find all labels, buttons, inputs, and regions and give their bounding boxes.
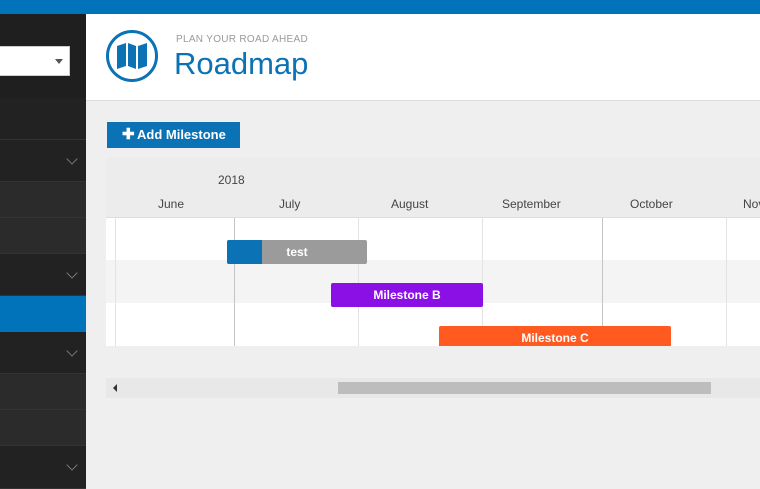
month-label: Nov [743, 197, 760, 211]
milestone-label: test [286, 245, 308, 259]
page-subtitle: PLAN YOUR ROAD AHEAD [176, 34, 308, 45]
chevron-down-icon [66, 459, 78, 471]
sidebar-item-3[interactable] [0, 182, 86, 218]
month-label: July [279, 197, 301, 211]
milestone-progress [227, 240, 262, 264]
milestone-label: Milestone B [373, 288, 441, 302]
scroll-left-icon[interactable] [113, 384, 117, 392]
top-bar [0, 0, 760, 14]
gantt-row [106, 218, 760, 260]
page-header: PLAN YOUR ROAD AHEAD Roadmap [86, 14, 760, 101]
month-label: June [158, 197, 185, 211]
sidebar-item-5[interactable] [0, 254, 86, 296]
sidebar-item-1[interactable] [0, 98, 86, 140]
page-title: Roadmap [174, 46, 309, 81]
gantt-chart: 2018 June July August September October … [106, 158, 760, 346]
milestone-bar-b[interactable]: Milestone B [331, 283, 483, 307]
chevron-down-icon [66, 344, 78, 357]
month-label: August [391, 197, 429, 211]
horizontal-scrollbar[interactable] [106, 378, 760, 398]
sidebar-item-10[interactable] [0, 446, 86, 489]
chevron-down-icon [55, 59, 63, 64]
add-milestone-button[interactable]: ✚ Add Milestone [107, 122, 240, 148]
sidebar-select[interactable] [0, 46, 70, 76]
grid-line [234, 218, 235, 346]
sidebar-item-2[interactable] [0, 140, 86, 182]
sidebar-item-8[interactable] [0, 374, 86, 410]
month-label: October [630, 197, 673, 211]
scrollbar-thumb[interactable] [338, 382, 711, 394]
grid-line [726, 218, 727, 346]
sidebar-item-active[interactable] [0, 296, 86, 332]
map-icon [106, 30, 158, 82]
month-label: September [502, 197, 561, 211]
grid-line [115, 218, 116, 346]
milestone-bar-test[interactable]: test [227, 240, 367, 264]
chevron-down-icon [66, 266, 78, 279]
milestone-label: Milestone C [521, 331, 589, 345]
grid-line [358, 218, 359, 346]
sidebar-item-7[interactable] [0, 332, 86, 374]
plus-icon: ✚ [122, 126, 135, 143]
chevron-down-icon [66, 152, 78, 165]
timeline-year: 2018 [218, 173, 245, 187]
add-milestone-label: Add Milestone [137, 127, 226, 142]
sidebar-item-4[interactable] [0, 218, 86, 254]
milestone-bar-c[interactable]: Milestone C [439, 326, 671, 346]
sidebar-item-9[interactable] [0, 410, 86, 446]
sidebar [0, 14, 86, 489]
timeline-header: 2018 June July August September October … [106, 158, 760, 218]
main-content: PLAN YOUR ROAD AHEAD Roadmap ✚ Add Milest… [86, 14, 760, 489]
